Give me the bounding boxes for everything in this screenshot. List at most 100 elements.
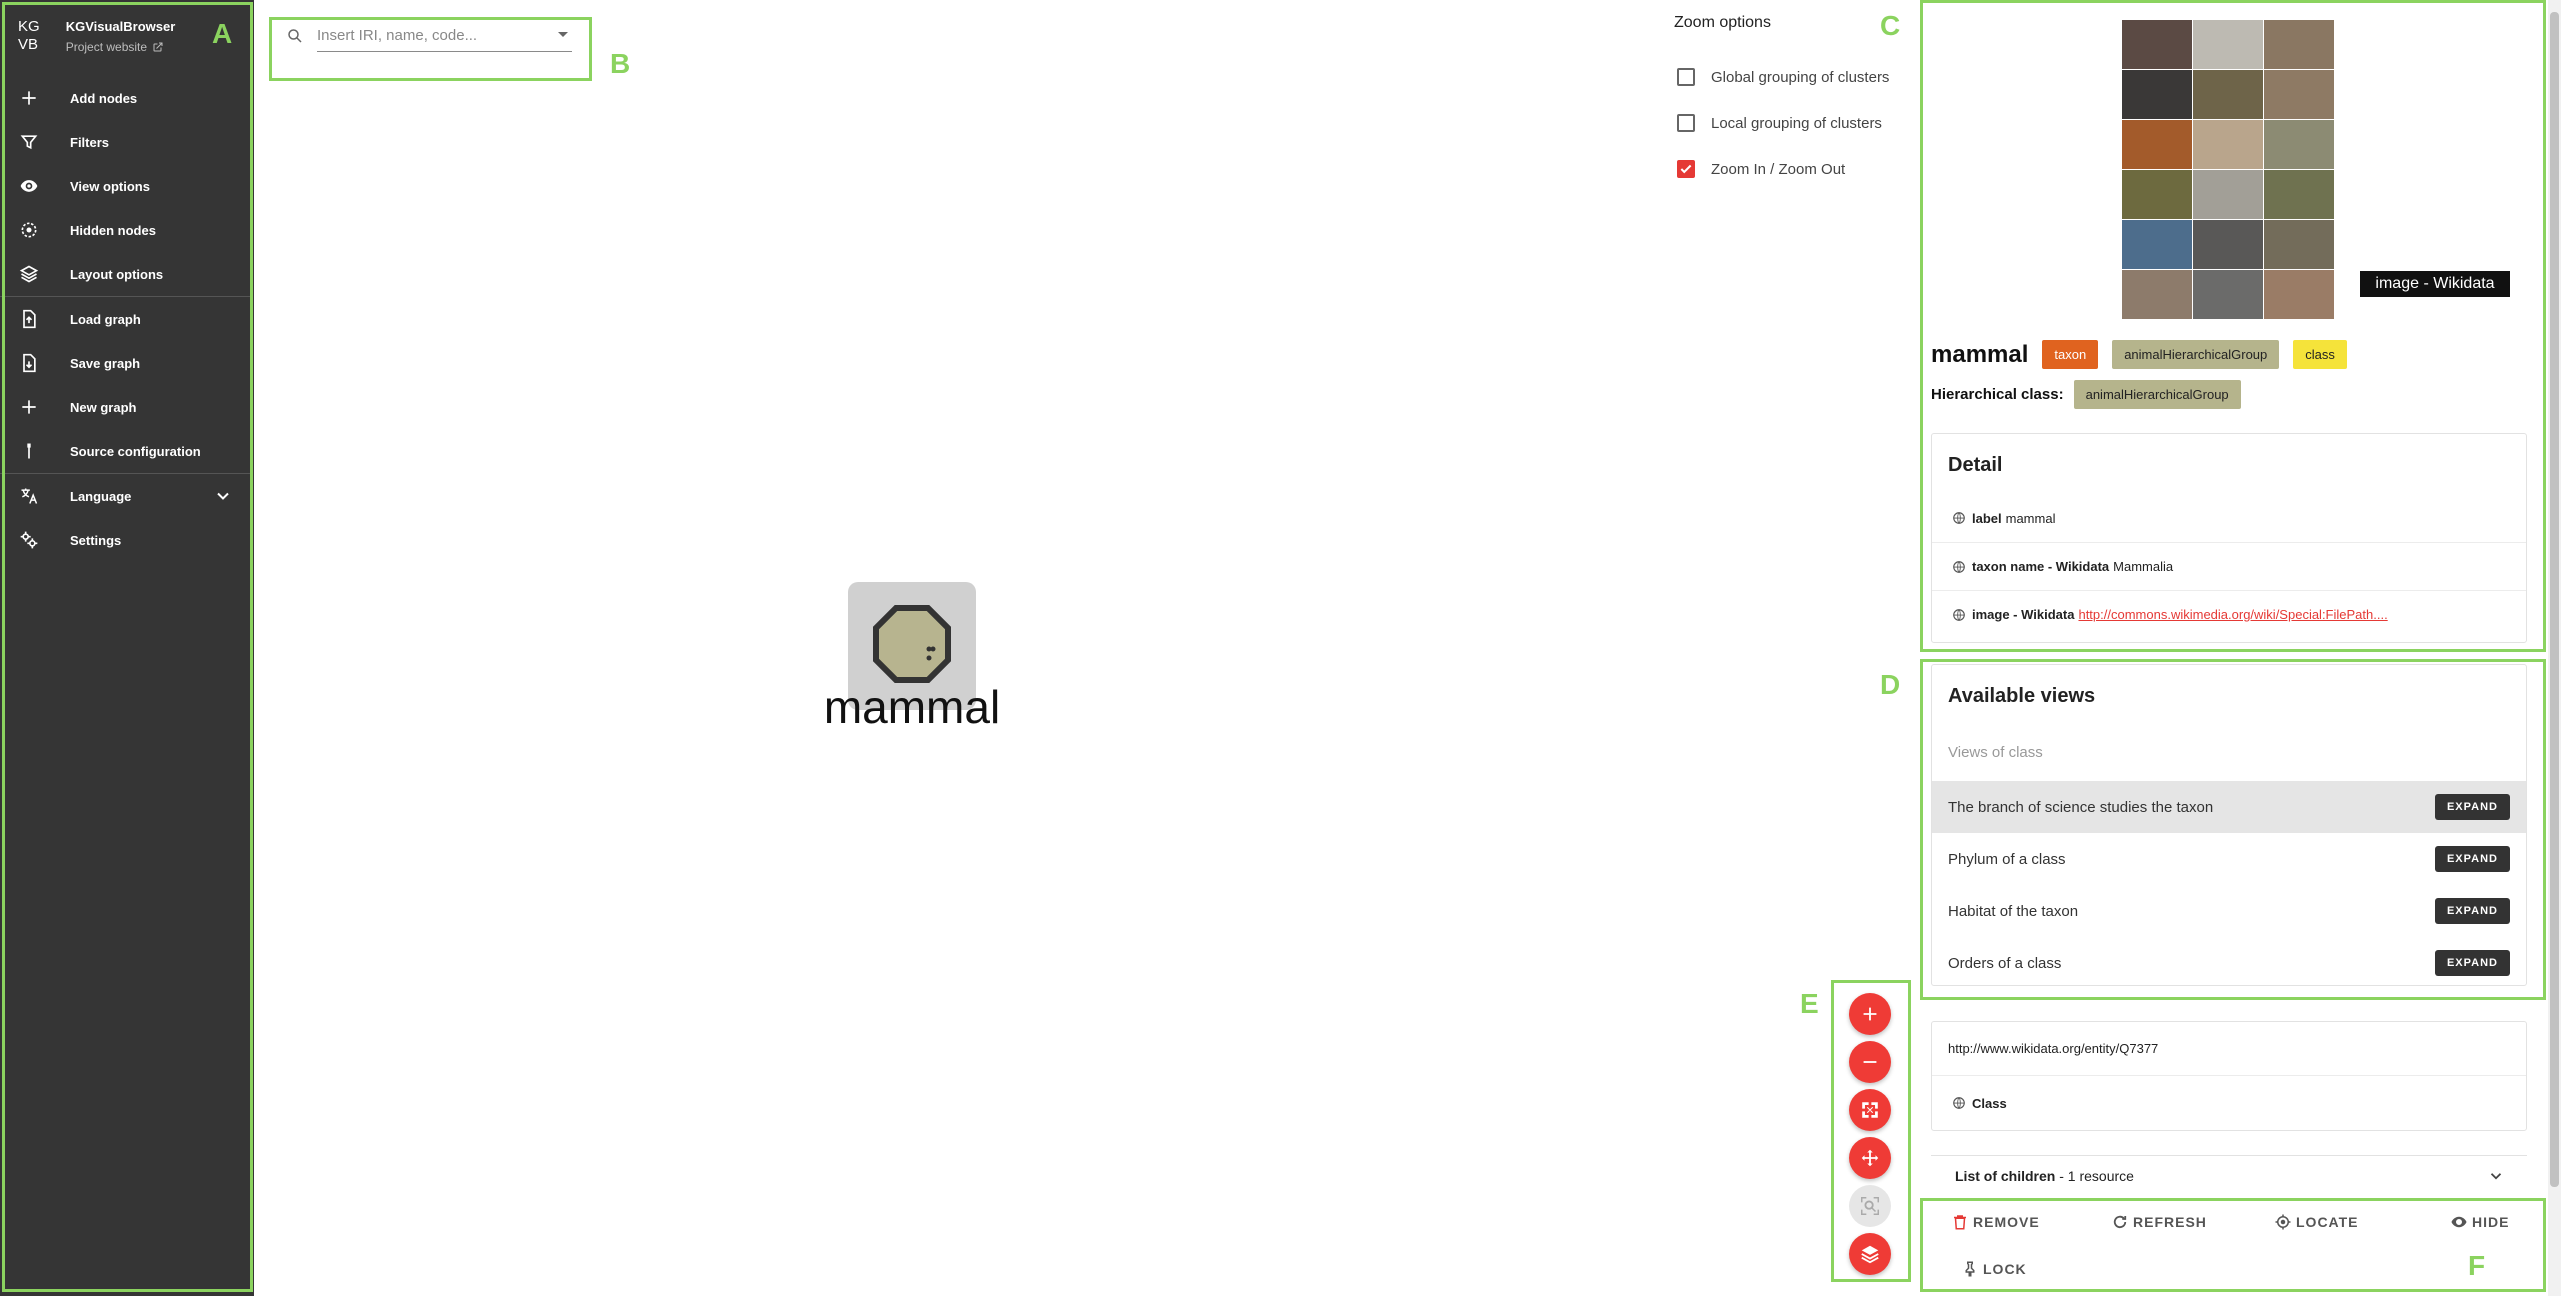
zoom-in-out-checkbox[interactable]	[1677, 160, 1695, 178]
hierarchical-class-chip[interactable]: animalHierarchicalGroup	[2073, 380, 2241, 409]
globe-icon	[1953, 560, 1965, 573]
sidebar-item-view-options[interactable]: View options	[0, 164, 251, 208]
globe-icon	[1953, 608, 1965, 621]
available-views-card: Available views Views of class The branc…	[1931, 664, 2527, 986]
eye-icon	[2451, 1216, 2467, 1228]
zoom-options-panel: Zoom options Global grouping of clusters…	[1674, 14, 1914, 192]
app-root: KG VB KGVisualBrowser Project website Add…	[0, 0, 2561, 1296]
sidebar-item-add-nodes[interactable]: Add nodes	[0, 76, 251, 120]
octagon-node-icon[interactable]	[872, 604, 952, 684]
type-chip-class[interactable]: class	[2293, 340, 2347, 369]
sidebar-item-source-configuration[interactable]: Source configuration	[0, 429, 251, 473]
expand-button[interactable]: EXPAND	[2434, 846, 2510, 872]
zoom-options-title: Zoom options	[1674, 14, 1771, 31]
file-upload-icon	[18, 308, 40, 330]
type-chip-taxon[interactable]: taxon	[2042, 340, 2099, 369]
sidebar-item-filters[interactable]: Filters	[0, 120, 251, 164]
annotation-label-c: C	[1880, 10, 1901, 41]
locate-button[interactable]: LOCATE	[2274, 1213, 2359, 1231]
view-item[interactable]: The branch of science studies the taxon …	[1932, 781, 2526, 833]
annotation-label-b: B	[610, 48, 631, 79]
center-graph-button[interactable]	[1849, 1137, 1891, 1179]
sidebar-nav: Add nodes Filters View options Hidden no…	[0, 76, 251, 562]
zoom-in-out-option[interactable]: Zoom In / Zoom Out	[1677, 146, 1914, 192]
detail-row-taxon-name: taxon name - Wikidata Mammalia	[1932, 542, 2526, 590]
list-of-children-toggle[interactable]: List of children - 1 resource	[1931, 1155, 2527, 1195]
local-grouping-checkbox[interactable]	[1677, 114, 1695, 132]
refresh-button[interactable]: REFRESH	[2111, 1213, 2207, 1231]
plus-icon	[18, 396, 40, 418]
zoom-focus-icon	[1861, 1197, 1879, 1215]
view-item[interactable]: Orders of a class EXPAND	[1932, 937, 2526, 989]
zoom-out-button[interactable]	[1849, 1041, 1891, 1083]
entity-type-row: Class	[1932, 1076, 2526, 1130]
plus-icon	[1863, 1007, 1877, 1021]
views-subtitle: Views of class	[1948, 743, 2043, 761]
local-grouping-option[interactable]: Local grouping of clusters	[1677, 100, 1914, 146]
sidebar-item-load-graph[interactable]: Load graph	[0, 297, 251, 341]
expand-button[interactable]: EXPAND	[2434, 950, 2510, 976]
globe-icon	[1953, 1097, 1965, 1109]
chevron-down-icon	[2490, 1172, 2502, 1180]
detail-card: Detail label mammal taxon name - Wikidata…	[1931, 433, 2527, 643]
filter-icon	[18, 131, 40, 153]
file-save-icon	[18, 352, 40, 374]
sidebar-item-save-graph[interactable]: Save graph	[0, 341, 251, 385]
annotation-label-f: F	[2468, 1250, 2486, 1281]
settings-icon	[18, 529, 40, 551]
view-item[interactable]: Phylum of a class EXPAND	[1932, 833, 2526, 885]
panel-scrollbar-thumb[interactable]	[2550, 12, 2559, 1187]
zoom-in-button[interactable]	[1849, 993, 1891, 1035]
uri-card: http://www.wikidata.org/entity/Q7377 Cla…	[1931, 1021, 2527, 1131]
entity-title-row: mammal taxon animalHierarchicalGroup cla…	[1931, 340, 2347, 369]
global-grouping-option[interactable]: Global grouping of clusters	[1677, 54, 1914, 100]
sidebar-item-language[interactable]: Language	[0, 474, 251, 518]
expand-button[interactable]: EXPAND	[2434, 794, 2510, 820]
fit-to-screen-button[interactable]	[1849, 1089, 1891, 1131]
fit-screen-icon	[1862, 1102, 1878, 1118]
view-item[interactable]: Habitat of the taxon EXPAND	[1932, 885, 2526, 937]
layers-icon	[18, 263, 40, 285]
global-grouping-checkbox[interactable]	[1677, 68, 1695, 86]
sidebar-item-new-graph[interactable]: New graph	[0, 385, 251, 429]
search-input[interactable]	[317, 24, 572, 52]
entity-image[interactable]	[2122, 20, 2334, 320]
plus-icon	[18, 87, 40, 109]
check-icon	[1680, 164, 1692, 174]
chevron-down-icon[interactable]	[213, 486, 233, 506]
entity-title: mammal	[1931, 340, 2029, 368]
hidden-nodes-icon	[18, 219, 40, 241]
annotation-label-e: E	[1800, 988, 1819, 1019]
hide-button[interactable]: HIDE	[2450, 1213, 2509, 1231]
graph-node-label: mammal	[823, 681, 1001, 733]
search-dropdown-caret-icon[interactable]	[558, 32, 568, 37]
image-url-link[interactable]: http://commons.wikimedia.org/wiki/Specia…	[2078, 607, 2387, 622]
annotation-label-a: A	[212, 18, 233, 49]
available-views-title: Available views	[1948, 685, 2096, 707]
sidebar-item-settings[interactable]: Settings	[0, 518, 251, 562]
type-chip-animal-hierarchical-group[interactable]: animalHierarchicalGroup	[2112, 340, 2280, 369]
sidebar-item-layout-options[interactable]: Layout options	[0, 252, 251, 296]
expand-button[interactable]: EXPAND	[2434, 898, 2510, 924]
trash-icon	[1954, 1215, 1966, 1230]
hierarchical-class-label: Hierarchical class:	[1931, 386, 2064, 403]
layers-button[interactable]	[1849, 1233, 1891, 1275]
entity-iri[interactable]: http://www.wikidata.org/entity/Q7377	[1932, 1022, 2526, 1076]
sidebar-item-hidden-nodes[interactable]: Hidden nodes	[0, 208, 251, 252]
focus-selection-button[interactable]	[1849, 1185, 1891, 1227]
app-name: KGVisualBrowser	[65, 19, 176, 34]
remove-button[interactable]: REMOVE	[1951, 1213, 2040, 1231]
detail-title: Detail	[1948, 454, 2003, 476]
search-icon	[288, 29, 302, 43]
lock-button[interactable]: LOCK	[1961, 1260, 2027, 1278]
eye-icon	[18, 175, 40, 197]
globe-icon	[1953, 512, 1965, 524]
brand[interactable]: KG VB KGVisualBrowser Project website	[18, 18, 175, 58]
hierarchical-class-row: Hierarchical class: animalHierarchicalGr…	[1931, 380, 2241, 409]
locate-icon	[2275, 1214, 2291, 1230]
detail-row-label: label mammal	[1932, 494, 2526, 542]
minus-icon	[1863, 1061, 1877, 1063]
layers-icon	[1861, 1245, 1879, 1264]
refresh-icon	[2113, 1215, 2127, 1229]
project-website-link[interactable]: Project website	[66, 40, 176, 54]
